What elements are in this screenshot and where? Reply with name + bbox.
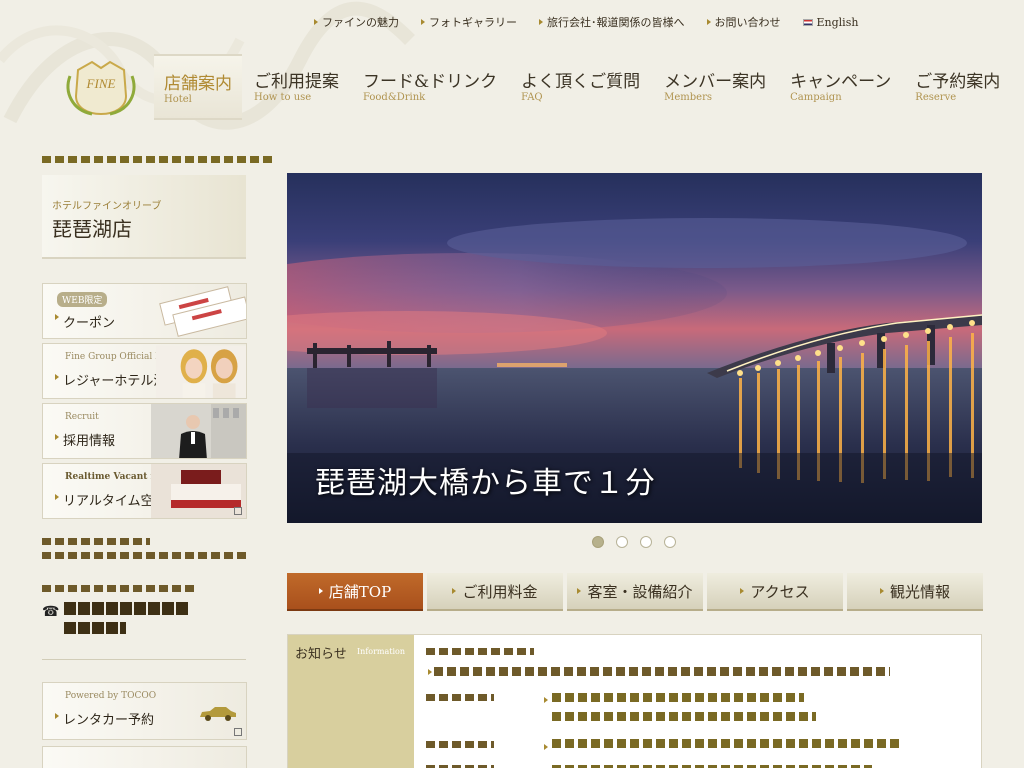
rental-car-banner[interactable]: Powered by TOCOO レンタカー予約 xyxy=(42,682,247,740)
tab-rooms[interactable]: 客室・設備紹介 xyxy=(567,573,703,611)
utility-nav: ファインの魅力 フォトギャラリー 旅行会社･報道関係の皆様へ お問い合わせ En… xyxy=(314,14,858,30)
tab-access[interactable]: アクセス xyxy=(707,573,843,611)
nav-campaign[interactable]: キャンペーン Campaign xyxy=(778,54,903,120)
nav-food-drink[interactable]: フード&ドリンク Food&Drink xyxy=(351,54,509,120)
arrow-icon xyxy=(879,588,884,594)
news-label: お知らせ Information xyxy=(288,635,414,768)
news-item[interactable] xyxy=(552,693,804,702)
arrow-icon xyxy=(314,19,318,25)
arrow-icon xyxy=(428,669,432,675)
fine-logo[interactable]: FINE xyxy=(62,56,140,116)
arrow-icon xyxy=(55,713,59,719)
recruit-staff-image xyxy=(151,404,246,458)
news-item[interactable] xyxy=(552,712,816,721)
slide-dot-3[interactable] xyxy=(640,536,652,548)
arrow-icon xyxy=(706,19,711,25)
arrow-icon xyxy=(318,588,323,594)
nav-faq[interactable]: よく頂くご質問 FAQ xyxy=(509,54,652,120)
store-tabs: 店舗TOP ご利用料金 客室・設備紹介 アクセス 観光情報 xyxy=(287,573,983,611)
special-banner[interactable] xyxy=(42,746,247,768)
text-placeholder xyxy=(42,585,198,592)
coupon-ticket-image xyxy=(159,286,246,337)
link-contact[interactable]: お問い合わせ xyxy=(706,14,781,30)
slide-pager xyxy=(592,536,676,548)
text-placeholder xyxy=(42,552,246,559)
news-item[interactable] xyxy=(552,739,900,748)
news-item[interactable] xyxy=(434,667,890,676)
coupon-banner[interactable]: WEB限定 クーポン xyxy=(42,283,247,339)
news-box: お知らせ Information xyxy=(287,634,982,768)
hero-caption: 琵琶湖大橋から車で１分 xyxy=(315,466,656,501)
vacancy-banner[interactable]: Realtime Vacant room リアルタイム空室状況 xyxy=(42,463,247,519)
arrow-icon xyxy=(55,434,59,440)
arrow-icon xyxy=(544,697,548,703)
car-icon xyxy=(200,707,236,721)
divider xyxy=(42,659,246,660)
external-link-icon xyxy=(234,728,242,736)
nav-members[interactable]: メンバー案内 Members xyxy=(652,54,778,120)
arrow-icon xyxy=(539,19,543,25)
store-title: ホテルファインオリーブ 琵琶湖店 xyxy=(42,175,246,259)
phone-icon: ☎ xyxy=(42,604,60,620)
arrow-icon xyxy=(421,19,425,25)
nav-how-to-use[interactable]: ご利用提案 How to use xyxy=(242,54,351,120)
slide-dot-4[interactable] xyxy=(664,536,676,548)
hero-slideshow[interactable]: 琵琶湖大橋から車で１分 xyxy=(287,173,982,523)
link-english[interactable]: English xyxy=(802,14,858,30)
svg-text:FINE: FINE xyxy=(86,76,116,91)
text-placeholder xyxy=(64,602,190,615)
arrow-icon xyxy=(577,588,582,594)
arrow-icon xyxy=(55,494,59,500)
arrow-icon xyxy=(740,588,745,594)
arrow-icon xyxy=(55,374,59,380)
room-image xyxy=(151,464,246,518)
external-link-icon xyxy=(234,507,242,515)
tab-store-top[interactable]: 店舗TOP xyxy=(287,573,423,611)
main-nav: 店舗案内 Hotel ご利用提案 How to use フード&ドリンク Food&D… xyxy=(154,54,1012,120)
blog-banner[interactable]: Fine Group Official Blog レジャーホテル活用法 xyxy=(42,343,247,399)
text-placeholder xyxy=(64,622,126,634)
link-press[interactable]: 旅行会社･報道関係の皆様へ xyxy=(539,14,685,30)
text-placeholder xyxy=(426,741,494,748)
arrow-icon xyxy=(544,744,548,750)
nav-reserve[interactable]: ご予約案内 Reserve xyxy=(903,54,1012,120)
arrow-icon xyxy=(55,314,59,320)
tab-pricing[interactable]: ご利用料金 xyxy=(427,573,563,611)
tab-sightseeing[interactable]: 観光情報 xyxy=(847,573,983,611)
link-photo-gallery[interactable]: フォトギャラリー xyxy=(421,14,517,30)
uk-flag-icon xyxy=(802,18,813,26)
arrow-icon xyxy=(452,588,457,594)
blog-models-image xyxy=(156,345,246,398)
slide-dot-1[interactable] xyxy=(592,536,604,548)
recruit-banner[interactable]: Recruit 採用情報 xyxy=(42,403,247,459)
decorative-bar xyxy=(42,156,276,163)
link-fine-appeal[interactable]: ファインの魅力 xyxy=(314,14,399,30)
slide-dot-2[interactable] xyxy=(616,536,628,548)
text-placeholder xyxy=(426,648,534,655)
nav-hotel[interactable]: 店舗案内 Hotel xyxy=(154,54,242,120)
text-placeholder xyxy=(42,538,150,545)
text-placeholder xyxy=(426,694,494,701)
